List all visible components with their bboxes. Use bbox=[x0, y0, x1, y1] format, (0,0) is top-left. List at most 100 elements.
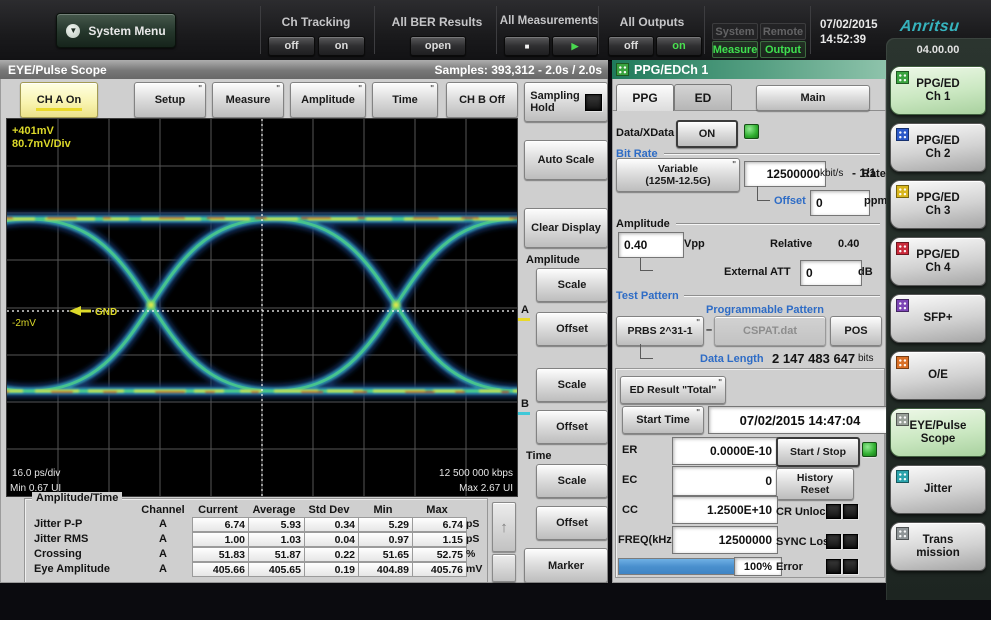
table-cell: 52.75 bbox=[412, 547, 467, 562]
section-rule bbox=[684, 295, 880, 296]
offset-unit-label: ppm bbox=[864, 195, 887, 207]
bar-chart-icon bbox=[896, 470, 909, 483]
all-ber-open-button[interactable]: open bbox=[410, 36, 466, 56]
time-scale-button[interactable]: Scale bbox=[536, 464, 608, 498]
ext-att-connector bbox=[640, 258, 653, 271]
ed-result-total-button[interactable]: ED Result "Total" bbox=[620, 376, 726, 404]
amplitude-time-title: Amplitude/Time bbox=[32, 492, 122, 504]
date-text: 07/02/2015 bbox=[820, 18, 878, 32]
data-xdata-on-button[interactable]: ON bbox=[676, 120, 738, 148]
programmable-pattern-label: Programmable Pattern bbox=[706, 304, 824, 316]
sidebar-item-ppg-ed-ch1[interactable]: PPG/ED Ch 1 bbox=[890, 66, 986, 115]
external-att-field[interactable]: 0 bbox=[800, 260, 862, 286]
ch-a-on-button[interactable]: CH A On bbox=[20, 82, 98, 118]
measure-button[interactable]: Measure bbox=[212, 82, 284, 118]
amplitude-scale-a-button[interactable]: Scale bbox=[536, 268, 608, 302]
bit-rate-value-field[interactable]: 12500000 bbox=[744, 161, 826, 187]
bit-rate-variable-button[interactable]: Variable (125M-12.5G) bbox=[616, 158, 740, 192]
table-row-name: Jitter RMS bbox=[34, 533, 88, 545]
key-label: PPG/ED bbox=[916, 135, 959, 148]
ch-tracking-on-button[interactable]: on bbox=[318, 36, 365, 56]
measurements-start-button[interactable]: ▶ bbox=[552, 36, 598, 56]
table-cell: 51.87 bbox=[248, 547, 305, 562]
key-label: Trans bbox=[923, 534, 954, 547]
table-row-name: Eye Amplitude bbox=[34, 563, 110, 575]
table-row-channel: A bbox=[148, 518, 178, 530]
table-cell: 1.03 bbox=[248, 532, 305, 547]
table-row-unit: % bbox=[466, 548, 475, 560]
table-cell: 1.00 bbox=[192, 532, 249, 547]
table-scroll-up-button[interactable]: ↑ bbox=[492, 502, 516, 552]
module-icon bbox=[896, 356, 909, 369]
sampling-hold-button[interactable]: Sampling Hold bbox=[524, 82, 608, 122]
sidebar-item-ppg-ed-ch3[interactable]: PPG/ED Ch 3 bbox=[890, 180, 986, 229]
sidebar-item-jitter[interactable]: Jitter bbox=[890, 465, 986, 514]
variable-label-1: Variable bbox=[658, 163, 698, 175]
key-label: Scope bbox=[921, 433, 956, 446]
bit-rate-offset-label: Offset bbox=[774, 195, 806, 207]
divider bbox=[260, 6, 261, 54]
max-ui-label: Max 2.67 UI bbox=[459, 483, 513, 494]
eye-diagram-display[interactable]: +401mV 80.7mV/Div GND -2mV 16.0 ps/div M… bbox=[6, 118, 518, 497]
sampling-hold-label-2: Hold bbox=[530, 102, 554, 114]
measurements-stop-button[interactable]: ■ bbox=[504, 36, 550, 56]
scope-icon bbox=[896, 413, 909, 426]
amplitude-value-field[interactable]: 0.40 bbox=[618, 232, 684, 258]
progress-fill bbox=[619, 559, 735, 574]
amplitude-offset-a-button[interactable]: Offset bbox=[536, 312, 608, 346]
outputs-on-button[interactable]: on bbox=[656, 36, 702, 56]
time-section-label: Time bbox=[526, 450, 551, 462]
history-reset-button[interactable]: History Reset bbox=[776, 468, 854, 500]
setup-button[interactable]: Setup bbox=[134, 82, 206, 118]
start-time-button[interactable]: Start Time bbox=[622, 406, 704, 434]
sidebar-item-o-e[interactable]: O/E bbox=[890, 351, 986, 400]
amplitude-scale-b-button[interactable]: Scale bbox=[536, 368, 608, 402]
table-cell: 5.93 bbox=[248, 517, 305, 532]
external-att-label: External ATT bbox=[724, 266, 791, 278]
tab-ed[interactable]: ED bbox=[674, 84, 732, 111]
table-cell: 51.65 bbox=[358, 547, 413, 562]
bit-rate-offset-field[interactable]: 0 bbox=[810, 190, 870, 216]
remote-status-lamp: Remote bbox=[760, 23, 806, 40]
pos-button[interactable]: POS bbox=[830, 316, 882, 346]
main-button[interactable]: Main bbox=[756, 85, 870, 111]
divider bbox=[496, 6, 497, 54]
cr-unlock-indicator-1 bbox=[826, 504, 841, 519]
time-offset-button[interactable]: Offset bbox=[536, 506, 608, 540]
system-status-lamp: System bbox=[712, 23, 758, 40]
channel-pattern-icon bbox=[896, 185, 909, 198]
key-label: PPG/ED bbox=[916, 249, 959, 262]
table-scroll-down-button[interactable] bbox=[492, 554, 516, 582]
bit-rate-unit: kbit/s bbox=[820, 168, 843, 179]
gnd-value-label: -2mV bbox=[12, 318, 36, 329]
marker-button[interactable]: Marker bbox=[524, 548, 608, 583]
amplitude-button[interactable]: Amplitude bbox=[290, 82, 366, 118]
ch-tracking-off-button[interactable]: off bbox=[268, 36, 315, 56]
sidebar-item-eye-pulse-scope[interactable]: EYE/Pulse Scope bbox=[890, 408, 986, 457]
sidebar-item-ppg-ed-ch4[interactable]: PPG/ED Ch 4 bbox=[890, 237, 986, 286]
divider bbox=[374, 6, 375, 54]
section-rule bbox=[664, 153, 880, 154]
start-stop-button[interactable]: Start / Stop bbox=[776, 437, 860, 467]
key-label: Jitter bbox=[924, 483, 952, 496]
start-time-value: 07/02/2015 14:47:04 bbox=[708, 406, 892, 434]
sidebar-item-sfp[interactable]: SFP+ bbox=[890, 294, 986, 343]
table-cell: 0.19 bbox=[304, 562, 359, 577]
ch-b-off-button[interactable]: CH B Off bbox=[446, 82, 518, 118]
sidebar-item-transmission[interactable]: Trans mission bbox=[890, 522, 986, 571]
time-button[interactable]: Time bbox=[372, 82, 438, 118]
system-menu-button[interactable]: ▼ System Menu bbox=[56, 13, 176, 48]
all-measurements-label: All Measurements bbox=[498, 15, 600, 27]
outputs-off-button[interactable]: off bbox=[608, 36, 654, 56]
sidebar-item-ppg-ed-ch2[interactable]: PPG/ED Ch 2 bbox=[890, 123, 986, 172]
col-header-channel: Channel bbox=[134, 504, 192, 516]
auto-scale-button[interactable]: Auto Scale bbox=[524, 140, 608, 180]
key-label: EYE/Pulse bbox=[910, 420, 967, 433]
prbs-pattern-button[interactable]: PRBS 2^31-1 bbox=[616, 316, 704, 346]
tab-ppg[interactable]: PPG bbox=[616, 84, 674, 111]
amplitude-offset-b-button[interactable]: Offset bbox=[536, 410, 608, 444]
variable-label-2: (125M-12.5G) bbox=[645, 175, 710, 187]
table-cell: 6.74 bbox=[412, 517, 467, 532]
pattern-file-button[interactable]: CSPAT.dat bbox=[714, 316, 826, 346]
clear-display-button[interactable]: Clear Display bbox=[524, 208, 608, 248]
